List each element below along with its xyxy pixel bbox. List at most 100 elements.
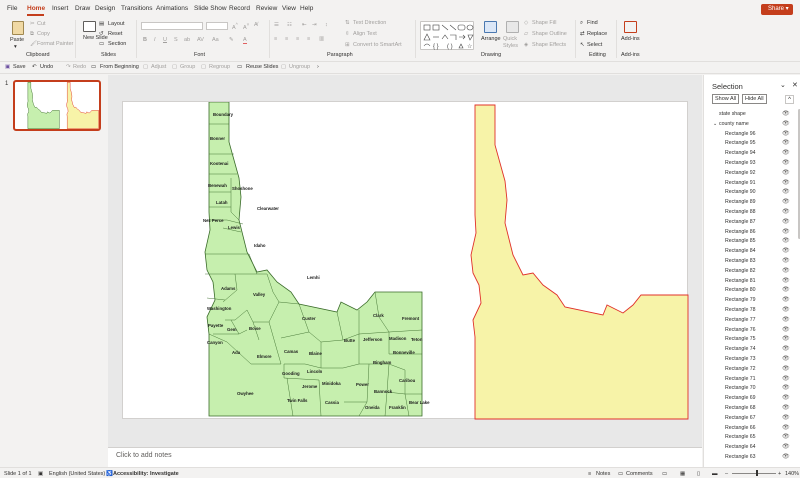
slide-sorter-icon[interactable]: ▦: [680, 471, 685, 477]
ungroup-icon[interactable]: ▢: [281, 64, 286, 70]
clear-format-icon[interactable]: A̸: [254, 22, 258, 28]
visibility-eye-icon[interactable]: 👁: [782, 159, 790, 169]
increase-indent-icon[interactable]: ⇥: [312, 22, 317, 28]
find-button[interactable]: Find: [587, 20, 598, 26]
menu-animations[interactable]: Animations: [156, 5, 188, 12]
quick-styles-icon[interactable]: [506, 21, 519, 33]
selection-item[interactable]: Rectangle 67 👁: [704, 414, 796, 424]
selection-item[interactable]: Rectangle 76 👁: [704, 326, 796, 336]
redo-button[interactable]: Redo: [73, 64, 86, 70]
accessibility-icon[interactable]: ♿: [106, 471, 113, 477]
highlight-icon[interactable]: ✎: [229, 37, 234, 43]
strikethrough-icon[interactable]: ab: [184, 37, 190, 43]
columns-icon[interactable]: ▥: [319, 36, 324, 42]
accessibility-status[interactable]: Accessibility: Investigate: [113, 471, 179, 477]
regroup-button[interactable]: Regroup: [209, 64, 230, 70]
shape-outline-icon[interactable]: ▱: [524, 31, 528, 37]
menu-help[interactable]: Help: [300, 5, 313, 12]
selection-item[interactable]: Rectangle 63 👁: [704, 453, 796, 463]
selection-item[interactable]: Rectangle 65 👁: [704, 433, 796, 443]
redo-icon[interactable]: ↷: [66, 64, 71, 70]
selection-item[interactable]: Rectangle 81 👁: [704, 277, 796, 287]
save-icon[interactable]: ▣: [5, 64, 10, 70]
adjust-icon[interactable]: ▢: [143, 64, 148, 70]
format-painter-button[interactable]: Format Painter: [37, 41, 73, 47]
decrease-indent-icon[interactable]: ⇤: [302, 22, 307, 28]
menu-draw[interactable]: Draw: [75, 5, 90, 12]
selection-item[interactable]: Rectangle 95 👁: [704, 139, 796, 149]
adjust-button[interactable]: Adjust: [151, 64, 166, 70]
menu-slide-show[interactable]: Slide Show: [194, 5, 227, 12]
customize-qat-icon[interactable]: ›: [317, 64, 319, 70]
underline-icon[interactable]: U: [163, 37, 167, 43]
numbering-icon[interactable]: ☷: [287, 22, 292, 28]
notes-pane[interactable]: Click to add notes: [108, 447, 702, 467]
selection-item[interactable]: Rectangle 89 👁: [704, 198, 796, 208]
select-button[interactable]: Select: [587, 42, 602, 48]
reuse-slides-button[interactable]: Reuse Slides: [246, 64, 278, 70]
align-right-icon[interactable]: ≡: [296, 36, 299, 42]
align-center-icon[interactable]: ≡: [285, 36, 288, 42]
char-spacing-icon[interactable]: AV: [197, 37, 204, 43]
visibility-eye-icon[interactable]: 👁: [782, 306, 790, 316]
italic-icon[interactable]: I: [154, 37, 156, 43]
pane-options-icon[interactable]: ⌄: [780, 81, 786, 89]
shadow-icon[interactable]: S: [174, 37, 178, 43]
shape-fill-button[interactable]: Shape Fill: [532, 20, 556, 26]
paste-dropdown-icon[interactable]: ▾: [14, 44, 17, 50]
smartart-icon[interactable]: ⊞: [345, 42, 350, 48]
visibility-eye-icon[interactable]: 👁: [782, 130, 790, 140]
shape-fill-icon[interactable]: ◇: [524, 20, 528, 26]
show-all-button[interactable]: Show All: [712, 94, 740, 104]
layout-icon[interactable]: ▤: [99, 21, 104, 27]
selection-item[interactable]: Rectangle 84 👁: [704, 247, 796, 257]
slide-thumbnail[interactable]: [13, 80, 101, 131]
font-family-combo[interactable]: [141, 22, 203, 30]
layout-button[interactable]: Layout: [108, 21, 125, 27]
visibility-eye-icon[interactable]: 👁: [782, 345, 790, 355]
zoom-level[interactable]: 140%: [785, 471, 799, 477]
menu-view[interactable]: View: [282, 5, 296, 12]
group-icon[interactable]: ▢: [172, 64, 177, 70]
selection-item[interactable]: Rectangle 64 👁: [704, 443, 796, 453]
slide[interactable]: Boundary Bonner Kootenai Benewah Shoshon…: [122, 101, 689, 420]
language-indicator[interactable]: English (United States): [49, 471, 105, 477]
font-color-icon[interactable]: A: [243, 37, 247, 44]
align-text-icon[interactable]: ⇳: [345, 31, 350, 37]
group-button[interactable]: Group: [180, 64, 195, 70]
selection-item[interactable]: Rectangle 71 👁: [704, 375, 796, 385]
change-case-icon[interactable]: Aa: [212, 37, 219, 43]
find-icon[interactable]: ⌕: [580, 20, 583, 27]
selection-item[interactable]: Rectangle 85 👁: [704, 237, 796, 247]
justify-icon[interactable]: ≡: [307, 36, 310, 42]
comments-icon[interactable]: ▭: [618, 471, 623, 477]
menu-review[interactable]: Review: [256, 5, 277, 12]
ungroup-button[interactable]: Ungroup: [289, 64, 310, 70]
normal-view-icon[interactable]: ▭: [662, 471, 667, 477]
copy-button[interactable]: Copy: [37, 31, 50, 37]
share-button[interactable]: Share ▾: [761, 4, 793, 15]
selection-item[interactable]: Rectangle 66 👁: [704, 424, 796, 434]
visibility-eye-icon[interactable]: 👁: [782, 110, 790, 120]
section-button[interactable]: Section: [108, 41, 126, 47]
grow-font-icon[interactable]: A^: [232, 22, 238, 31]
replace-button[interactable]: Replace: [587, 31, 607, 37]
zoom-in-icon[interactable]: +: [778, 471, 781, 477]
arrange-icon[interactable]: [484, 21, 497, 33]
new-slide-icon[interactable]: [83, 21, 96, 32]
text-direction-button[interactable]: Text Direction: [353, 20, 386, 26]
visibility-eye-icon[interactable]: 👁: [782, 453, 790, 463]
comments-button[interactable]: Comments: [626, 471, 653, 477]
regroup-icon[interactable]: ▢: [201, 64, 206, 70]
bring-forward-icon[interactable]: ^: [785, 95, 794, 104]
align-text-button[interactable]: Align Text: [353, 31, 377, 37]
replace-icon[interactable]: ⇄: [580, 31, 585, 37]
reset-button[interactable]: Reset: [108, 31, 122, 37]
close-icon[interactable]: ✕: [792, 81, 798, 89]
visibility-eye-icon[interactable]: 👁: [782, 139, 790, 149]
arrange-button[interactable]: Arrange: [481, 36, 501, 42]
cut-button[interactable]: Cut: [37, 21, 46, 27]
selection-item[interactable]: Rectangle 73 👁: [704, 355, 796, 365]
visibility-eye-icon[interactable]: 👁: [782, 433, 790, 443]
selection-item[interactable]: ⌄ county name 👁: [704, 120, 796, 130]
